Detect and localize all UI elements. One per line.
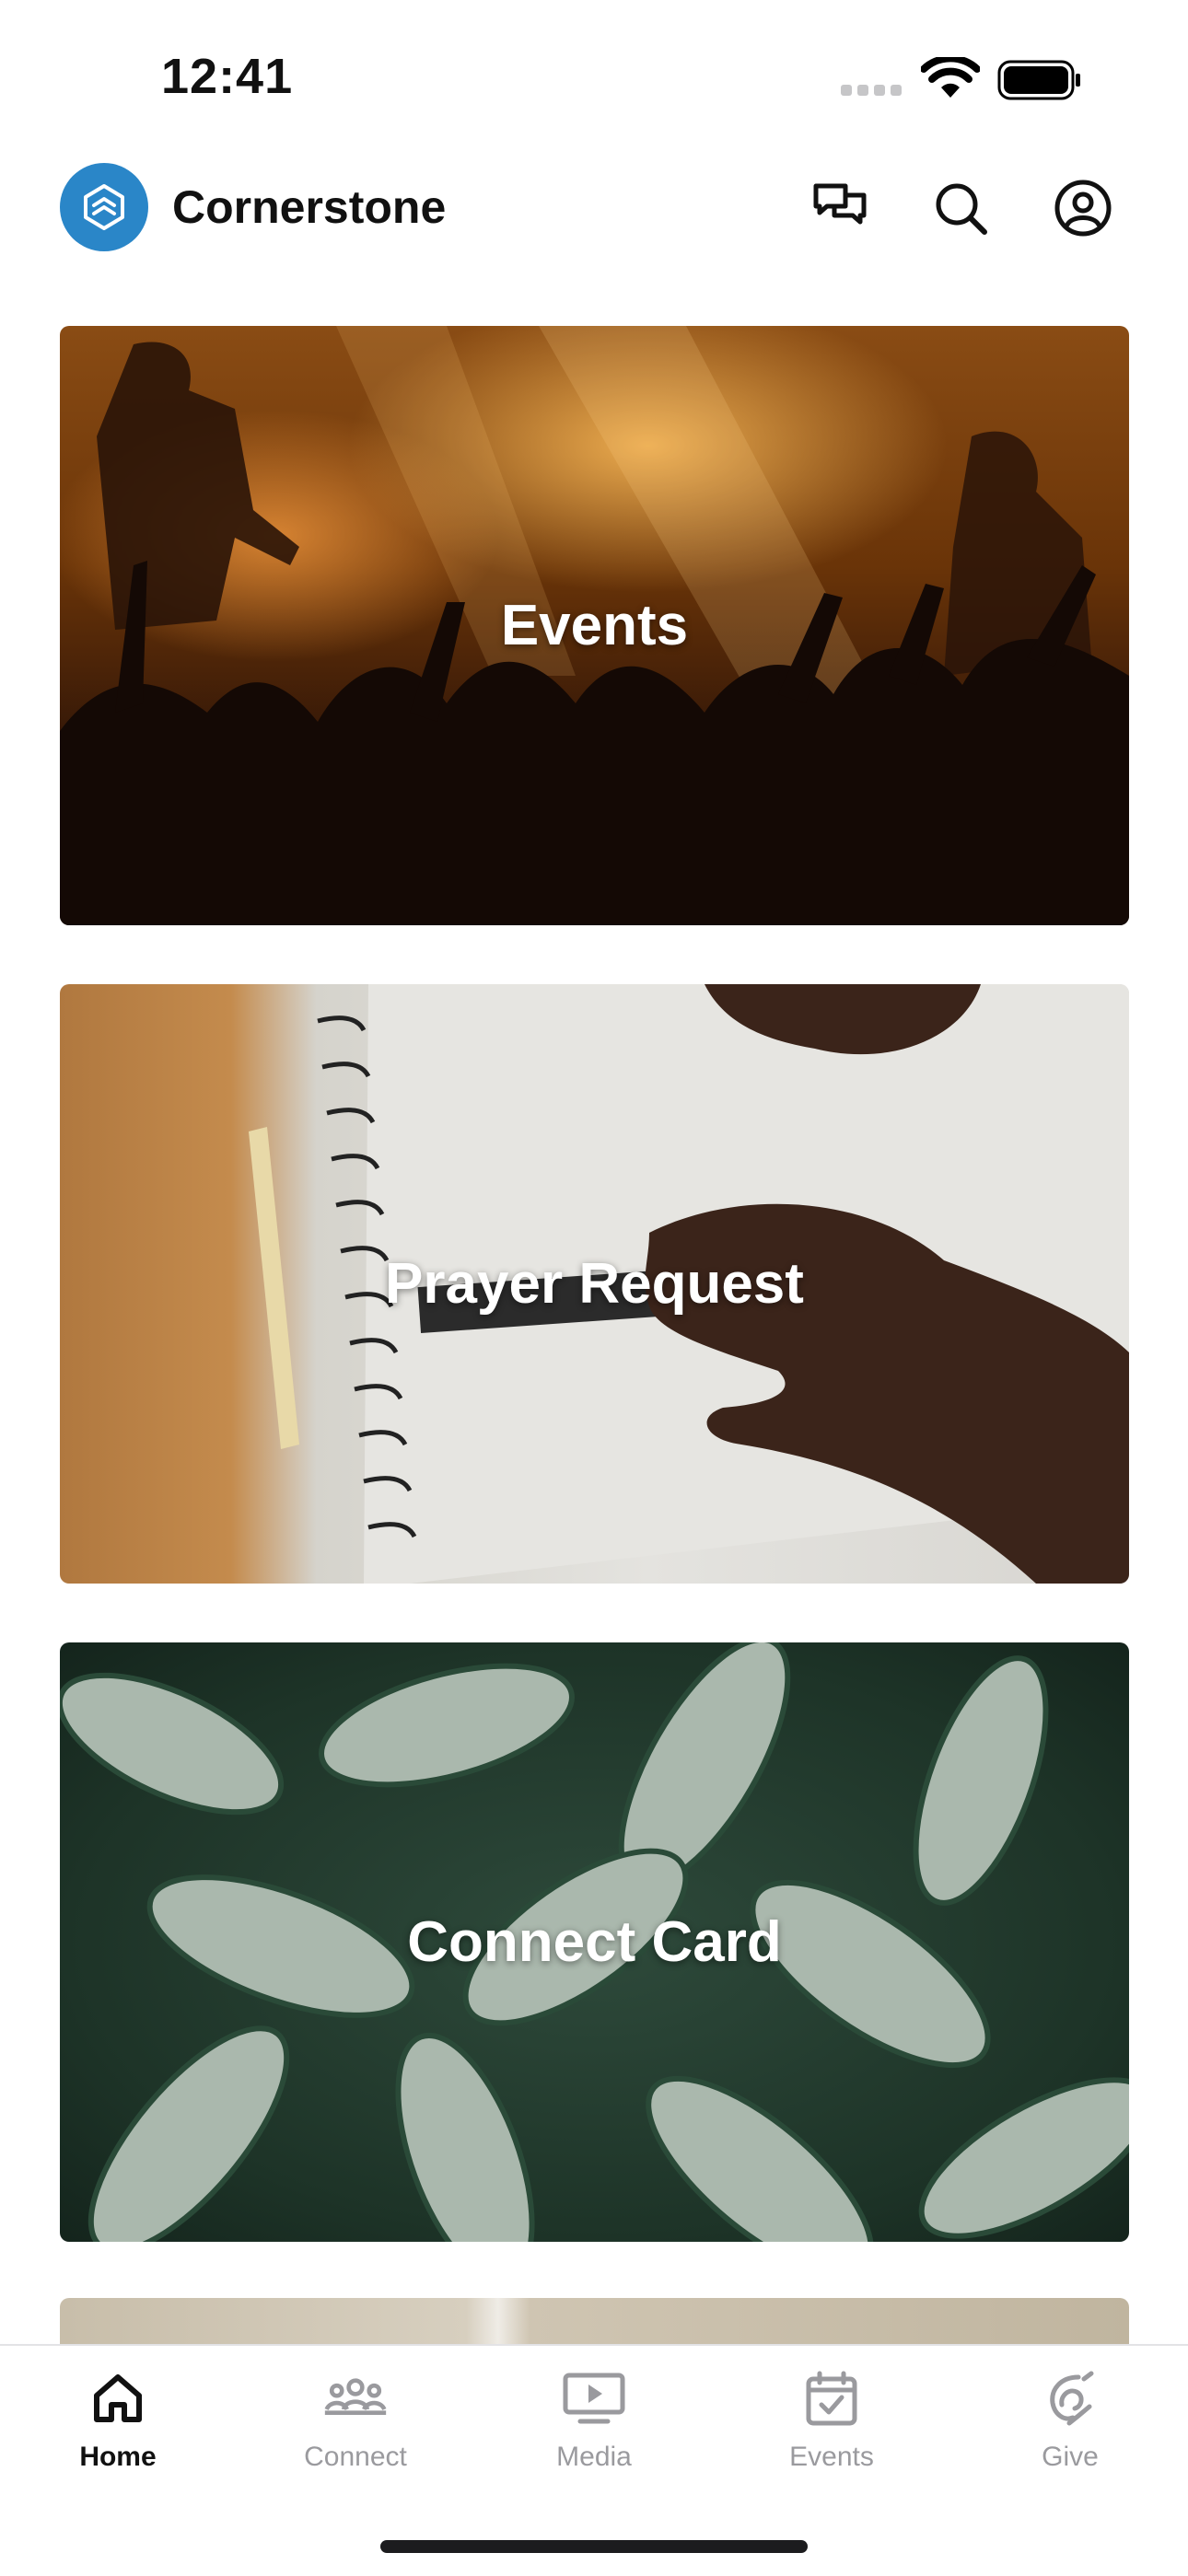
tab-give-label: Give [1042, 2442, 1099, 2472]
tab-media[interactable]: Media [502, 2366, 686, 2495]
battery-icon [997, 60, 1080, 100]
search-icon[interactable] [927, 175, 994, 241]
tab-events[interactable]: Events [740, 2366, 924, 2495]
calendar-icon [799, 2366, 864, 2431]
wifi-icon [921, 57, 980, 98]
app-header: Cornerstone [0, 157, 1188, 313]
profile-icon[interactable] [1050, 175, 1116, 241]
cellular-signal-icon [841, 85, 905, 98]
tab-give[interactable]: Give [978, 2366, 1162, 2495]
tab-connect[interactable]: Connect [263, 2366, 448, 2495]
tab-events-label: Events [789, 2442, 874, 2472]
chat-icon[interactable] [807, 175, 873, 241]
give-icon [1038, 2366, 1102, 2431]
home-indicator [380, 2540, 808, 2553]
tab-media-label: Media [556, 2442, 632, 2472]
connect-card-card-label: Connect Card [407, 1910, 782, 1974]
prayer-request-card-label: Prayer Request [385, 1252, 804, 1316]
home-icon [86, 2366, 150, 2431]
tab-home[interactable]: Home [26, 2366, 210, 2495]
tab-home-label: Home [79, 2442, 157, 2472]
status-time: 12:41 [161, 49, 294, 104]
logo-icon [84, 184, 124, 230]
app-logo[interactable] [60, 163, 148, 251]
tab-connect-label: Connect [304, 2442, 407, 2472]
status-bar: 12:41 [0, 0, 1188, 157]
app-title: Cornerstone [172, 181, 447, 233]
events-card-label: Events [500, 594, 689, 657]
media-icon [562, 2366, 626, 2431]
connect-card-card[interactable]: Connect Card [60, 1642, 1129, 2242]
people-icon [323, 2366, 388, 2431]
prayer-request-card[interactable]: Prayer Request [60, 984, 1129, 1584]
events-card[interactable]: Events [60, 326, 1129, 925]
